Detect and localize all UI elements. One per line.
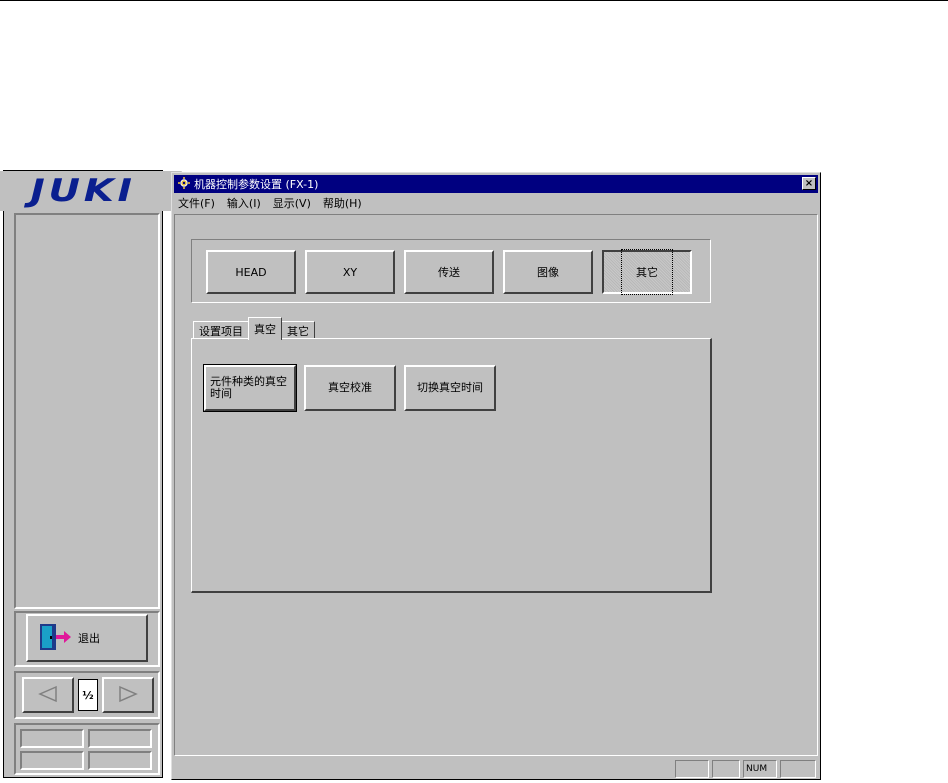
menu-bar: 文件(F) 输入(I) 显示(V) 帮助(H)	[174, 194, 818, 212]
category-transfer-button[interactable]: 传送	[404, 250, 494, 294]
vacuum-calibration-label: 真空校准	[328, 381, 372, 394]
indicator-cell	[20, 729, 84, 748]
status-pane	[675, 760, 709, 778]
menu-file[interactable]: 文件(F)	[178, 195, 215, 211]
indicator-cell	[88, 729, 152, 748]
status-pane	[780, 760, 816, 778]
vacuum-time-by-component-button[interactable]: 元件种类的真空时间	[203, 364, 297, 412]
exit-door-icon	[38, 622, 72, 655]
status-bar: NUM	[174, 760, 818, 778]
page-indicator: ½	[78, 679, 98, 711]
category-xy-label: XY	[342, 265, 358, 279]
num-lock-indicator: NUM	[743, 760, 777, 778]
category-other-button[interactable]: 其它	[602, 249, 692, 295]
client-area: HEAD XY 传送 图像 其它 设置项目 真空 其它 元件种类的真空时间 真空…	[174, 214, 818, 756]
status-pane	[712, 760, 740, 778]
prev-page-button[interactable]	[22, 677, 74, 713]
top-rule	[0, 0, 948, 1]
machine-parameter-window: 机器控制参数设置 (FX-1) × 文件(F) 输入(I) 显示(V) 帮助(H…	[171, 172, 821, 780]
tab-vacuum[interactable]: 真空	[248, 317, 282, 340]
vacuum-tab-panel: 元件种类的真空时间 真空校准 切换真空时间	[191, 338, 712, 593]
category-head-label: HEAD	[235, 265, 267, 279]
vacuum-time-by-component-label: 元件种类的真空时间	[210, 375, 287, 400]
category-other-label: 其它	[621, 249, 673, 295]
tab-strip: 设置项目 真空 其它	[193, 317, 315, 340]
side-display-area	[14, 213, 160, 609]
close-button[interactable]: ×	[802, 177, 816, 190]
next-page-button[interactable]	[102, 677, 154, 713]
indicator-cell	[88, 751, 152, 770]
menu-input[interactable]: 输入(I)	[227, 195, 261, 211]
triangle-right-icon	[117, 685, 139, 706]
menu-help[interactable]: 帮助(H)	[323, 195, 362, 211]
menu-view[interactable]: 显示(V)	[273, 195, 311, 211]
switch-vacuum-time-label: 切换真空时间	[417, 381, 483, 394]
indicator-cell	[20, 751, 84, 770]
juki-side-panel: JUKI 退出 ½	[0, 170, 182, 778]
category-image-button[interactable]: 图像	[503, 250, 593, 294]
switch-vacuum-time-button[interactable]: 切换真空时间	[404, 365, 496, 411]
juki-logo: JUKI	[0, 171, 182, 211]
window-title: 机器控制参数设置 (FX-1)	[194, 178, 319, 191]
vacuum-calibration-button[interactable]: 真空校准	[304, 365, 396, 411]
category-head-button[interactable]: HEAD	[206, 250, 296, 294]
gear-icon	[178, 176, 190, 192]
category-xy-button[interactable]: XY	[305, 250, 395, 294]
exit-button[interactable]: 退出	[26, 614, 148, 662]
category-transfer-label: 传送	[438, 266, 460, 279]
triangle-left-icon	[37, 685, 59, 706]
category-button-group: HEAD XY 传送 图像 其它	[191, 239, 711, 303]
category-image-label: 图像	[537, 266, 559, 279]
exit-label: 退出	[78, 632, 100, 645]
title-bar: 机器控制参数设置 (FX-1)	[174, 175, 818, 193]
